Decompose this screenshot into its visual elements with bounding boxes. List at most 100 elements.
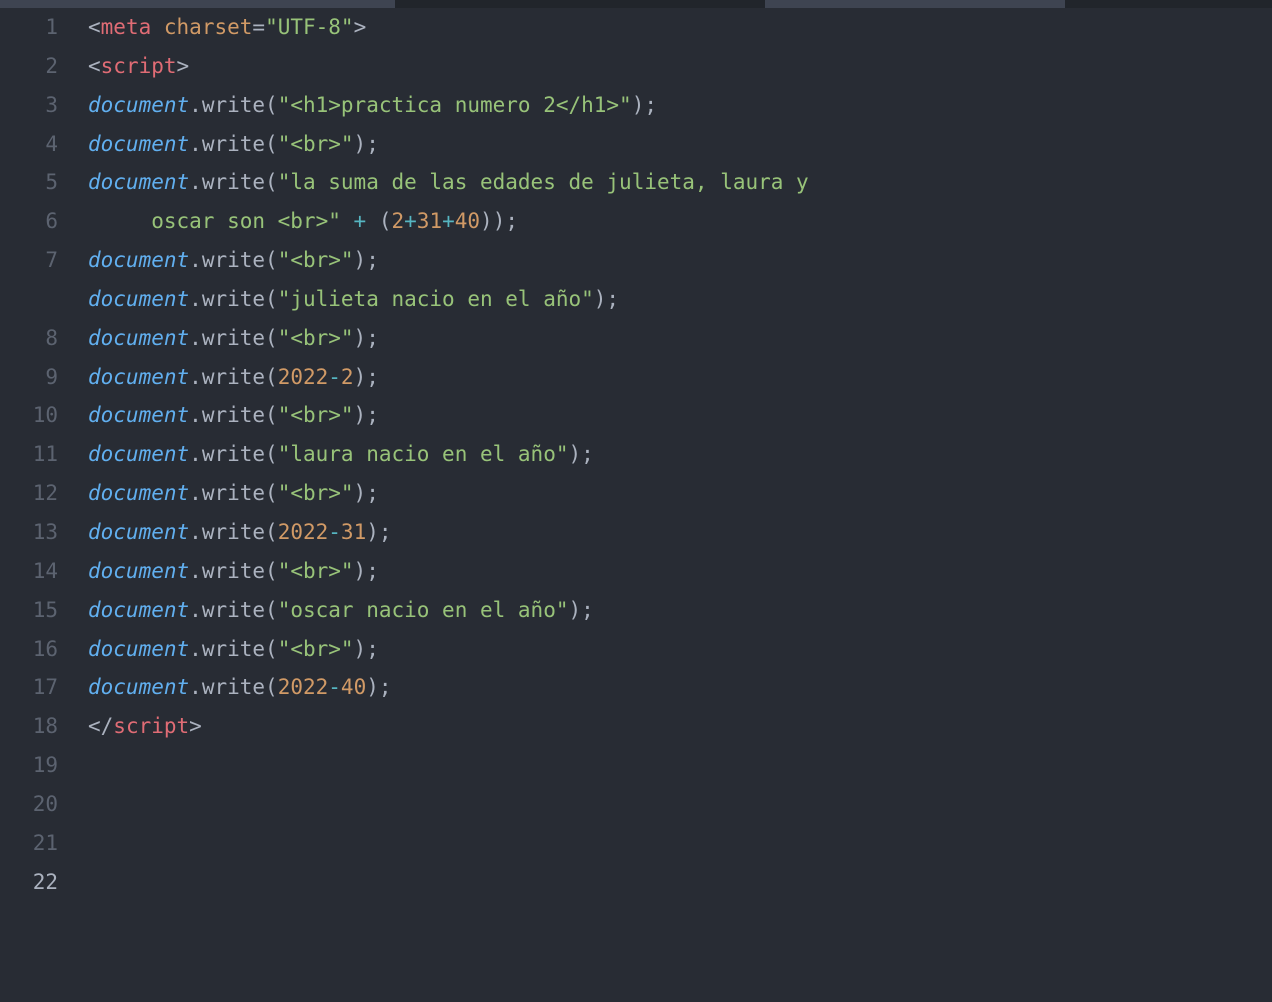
code-line[interactable]: oscar son <br>" + (2+31+40));: [88, 202, 1272, 241]
line-number: 16: [0, 630, 58, 669]
token: write: [202, 637, 265, 661]
token: .: [189, 520, 202, 544]
token: -: [328, 365, 341, 389]
line-number: 7: [0, 241, 58, 280]
token: "<br>": [278, 637, 354, 661]
token: "<br>": [278, 403, 354, 427]
token: oscar son <br>": [88, 209, 341, 233]
line-number: 13: [0, 513, 58, 552]
token: (: [265, 442, 278, 466]
token: document: [88, 598, 189, 622]
token: document: [88, 637, 189, 661]
token: "<h1>practica numero 2</h1>": [278, 93, 632, 117]
code-line[interactable]: <meta charset="UTF-8">: [88, 8, 1272, 47]
token: write: [202, 326, 265, 350]
code-line[interactable]: document.write("<br>");: [88, 241, 1272, 280]
token: write: [202, 520, 265, 544]
token: (: [265, 520, 278, 544]
token: document: [88, 326, 189, 350]
code-line[interactable]: document.write("la suma de las edades de…: [88, 163, 1272, 202]
token: 2022: [278, 365, 329, 389]
token: );: [354, 403, 379, 427]
code-line[interactable]: </script>: [88, 707, 1272, 746]
token: document: [88, 365, 189, 389]
token: =: [252, 15, 265, 39]
code-line[interactable]: document.write("julieta nacio en el año"…: [88, 280, 1272, 319]
token: );: [354, 326, 379, 350]
token: );: [354, 132, 379, 156]
token: (: [265, 559, 278, 583]
line-number: 4: [0, 125, 58, 164]
token: .: [189, 598, 202, 622]
line-number-gutter: 1234567 8910111213141516171819202122: [0, 8, 78, 1002]
line-number: 17: [0, 668, 58, 707]
code-editor[interactable]: 1234567 8910111213141516171819202122 <me…: [0, 8, 1272, 1002]
token: write: [202, 287, 265, 311]
token: ));: [480, 209, 518, 233]
line-number: 2: [0, 47, 58, 86]
token: charset: [164, 15, 253, 39]
code-line[interactable]: document.write("<br>");: [88, 125, 1272, 164]
token: write: [202, 132, 265, 156]
token: document: [88, 675, 189, 699]
token: <: [88, 54, 101, 78]
line-number: 3: [0, 86, 58, 125]
token: );: [354, 248, 379, 272]
token: document: [88, 93, 189, 117]
line-number: 21: [0, 824, 58, 863]
token: >: [189, 714, 202, 738]
token: .: [189, 248, 202, 272]
code-line[interactable]: document.write("<h1>practica numero 2</h…: [88, 86, 1272, 125]
token: .: [189, 637, 202, 661]
code-line[interactable]: document.write("laura nacio en el año");: [88, 435, 1272, 474]
code-line[interactable]: <script>: [88, 47, 1272, 86]
token: "<br>": [278, 481, 354, 505]
token: -: [328, 675, 341, 699]
token: meta: [101, 15, 152, 39]
code-line[interactable]: document.write("<br>");: [88, 552, 1272, 591]
token: );: [594, 287, 619, 311]
line-number: 12: [0, 474, 58, 513]
token: );: [354, 637, 379, 661]
line-number: 11: [0, 435, 58, 474]
code-line[interactable]: document.write("<br>");: [88, 630, 1272, 669]
line-number: 10: [0, 396, 58, 435]
token: document: [88, 559, 189, 583]
line-number: 15: [0, 591, 58, 630]
tab-active[interactable]: [0, 0, 395, 8]
code-line[interactable]: document.write("<br>");: [88, 474, 1272, 513]
token: (: [265, 326, 278, 350]
token: .: [189, 481, 202, 505]
token: );: [366, 520, 391, 544]
token: (: [265, 598, 278, 622]
token: .: [189, 403, 202, 427]
token: "<br>": [278, 559, 354, 583]
code-line[interactable]: document.write(2022-2);: [88, 358, 1272, 397]
token: 31: [417, 209, 442, 233]
token: (: [265, 248, 278, 272]
code-line[interactable]: document.write("<br>");: [88, 319, 1272, 358]
line-number: 5: [0, 163, 58, 202]
code-area[interactable]: <meta charset="UTF-8"><script>document.w…: [78, 8, 1272, 1002]
token: script: [113, 714, 189, 738]
token: );: [354, 365, 379, 389]
tab-bar: [0, 0, 1272, 8]
token: 2022: [278, 520, 329, 544]
token: script: [101, 54, 177, 78]
line-number: 18: [0, 707, 58, 746]
token: "<br>": [278, 132, 354, 156]
code-line[interactable]: document.write("oscar nacio en el año");: [88, 591, 1272, 630]
code-line[interactable]: document.write("<br>");: [88, 396, 1272, 435]
token: "<br>": [278, 326, 354, 350]
token: -: [328, 520, 341, 544]
code-line[interactable]: document.write(2022-31);: [88, 513, 1272, 552]
token: "UTF-8": [265, 15, 354, 39]
token: (: [265, 132, 278, 156]
token: (: [265, 93, 278, 117]
token: .: [189, 442, 202, 466]
tab-inactive[interactable]: [765, 0, 1065, 8]
line-number: 14: [0, 552, 58, 591]
token: document: [88, 170, 189, 194]
token: );: [568, 598, 593, 622]
code-line[interactable]: document.write(2022-40);: [88, 668, 1272, 707]
